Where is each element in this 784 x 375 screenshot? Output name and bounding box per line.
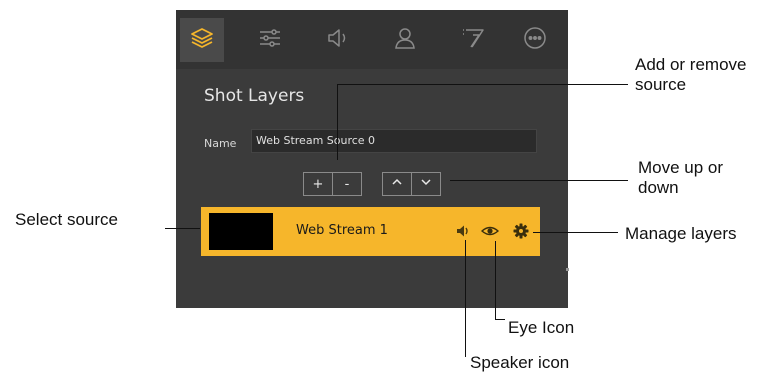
audio-tab[interactable] bbox=[316, 18, 360, 62]
speaker-icon bbox=[325, 25, 351, 55]
layers-tab[interactable] bbox=[180, 18, 224, 62]
shot-layers-panel: Shot Layers Name Web Stream Source 0 + -… bbox=[176, 10, 569, 308]
leader-line bbox=[337, 84, 628, 85]
name-field[interactable]: Web Stream Source 0 bbox=[251, 129, 537, 153]
annotation-select: Select source bbox=[15, 210, 118, 229]
remove-source-button[interactable]: - bbox=[332, 173, 361, 195]
annotation-manage: Manage layers bbox=[625, 224, 737, 243]
annotation-eye: Eye Icon bbox=[508, 318, 575, 337]
layer-settings-button[interactable] bbox=[512, 222, 530, 240]
panel-toolbar bbox=[176, 10, 568, 69]
move-up-button[interactable] bbox=[383, 173, 411, 195]
move-down-button[interactable] bbox=[411, 173, 440, 195]
leader-line bbox=[337, 84, 338, 160]
visibility-toggle[interactable] bbox=[480, 222, 500, 240]
eye-icon bbox=[480, 225, 500, 244]
settings-tab[interactable] bbox=[248, 18, 292, 62]
gear-icon bbox=[512, 223, 530, 244]
more-tab[interactable] bbox=[513, 18, 557, 62]
leader-line bbox=[465, 240, 466, 357]
audio-toggle[interactable] bbox=[454, 222, 472, 240]
move-group bbox=[382, 172, 441, 196]
annotation-add-remove: Add or remove source bbox=[635, 55, 747, 95]
sliders-icon bbox=[257, 25, 283, 55]
leader-line bbox=[450, 180, 628, 181]
transition-icon bbox=[460, 25, 486, 55]
more-icon bbox=[522, 25, 548, 55]
layers-icon bbox=[189, 25, 215, 55]
annotation-move-text: Move up or down bbox=[638, 158, 724, 197]
leader-line bbox=[495, 241, 496, 319]
person-icon bbox=[392, 25, 418, 55]
annotation-speaker: Speaker icon bbox=[470, 353, 570, 372]
name-label: Name bbox=[204, 137, 237, 150]
layer-row[interactable]: Web Stream 1 bbox=[201, 207, 540, 256]
annotation-move: Move up or down bbox=[638, 158, 723, 198]
chevron-down-icon bbox=[420, 176, 432, 192]
leader-line bbox=[495, 319, 505, 320]
chevron-up-icon bbox=[391, 176, 403, 192]
leader-line bbox=[165, 228, 200, 229]
add-remove-group: + - bbox=[303, 172, 362, 196]
speaker-icon bbox=[454, 225, 472, 244]
scrollbar[interactable] bbox=[566, 268, 569, 271]
layer-name: Web Stream 1 bbox=[296, 223, 388, 238]
leader-line bbox=[533, 232, 618, 233]
add-source-button[interactable]: + bbox=[304, 173, 332, 195]
annotation-add-remove-text: Add or remove source bbox=[635, 55, 747, 94]
layer-thumbnail[interactable] bbox=[209, 213, 273, 250]
talent-tab[interactable] bbox=[383, 18, 427, 62]
panel-title: Shot Layers bbox=[204, 86, 305, 106]
transition-tab[interactable] bbox=[451, 18, 495, 62]
